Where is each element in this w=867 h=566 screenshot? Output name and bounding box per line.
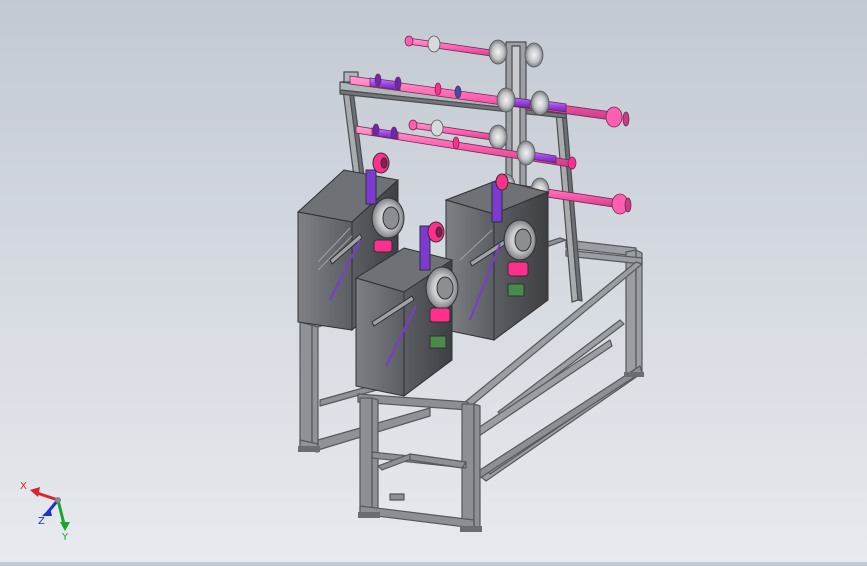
machine-model[interactable]: X Y Z bbox=[0, 0, 867, 562]
z-axis-label: Z bbox=[38, 516, 45, 527]
winding-unit-right bbox=[444, 173, 550, 341]
y-axis-label: Y bbox=[61, 532, 69, 543]
cad-viewport[interactable]: X Y Z bbox=[0, 0, 867, 562]
coordinate-triad: X Y Z bbox=[20, 481, 70, 543]
x-axis-label: X bbox=[20, 481, 27, 492]
